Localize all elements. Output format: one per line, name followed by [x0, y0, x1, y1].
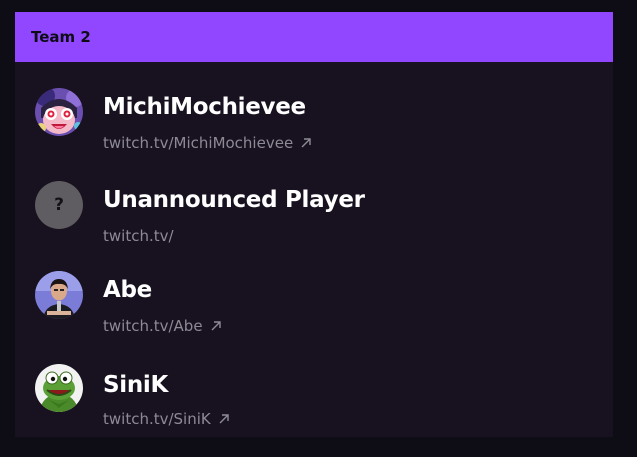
player-row: SiniK twitch.tv/SiniK — [15, 352, 613, 428]
team-header: Team 2 — [15, 12, 613, 62]
external-link-icon — [218, 413, 230, 425]
player-channel-link: twitch.tv/ — [103, 227, 174, 245]
team-panel: Team 2 MichiMochievee twitch.tv/MichiMoc… — [15, 12, 613, 437]
player-row: MichiMochievee twitch.tv/MichiMochievee — [15, 74, 613, 152]
question-mark-icon: ? — [35, 181, 83, 229]
person-photo-avatar-icon[interactable] — [35, 271, 83, 319]
frog-puppet-avatar-icon[interactable] — [35, 364, 83, 412]
player-name: Abe — [103, 277, 152, 303]
unknown-avatar-text: ? — [54, 195, 64, 215]
player-name: MichiMochievee — [103, 94, 306, 120]
player-link-text: twitch.tv/MichiMochievee — [103, 134, 294, 152]
player-name: SiniK — [103, 372, 169, 398]
team-title: Team 2 — [31, 28, 91, 46]
player-link-text: twitch.tv/Abe — [103, 317, 203, 335]
player-link-text: twitch.tv/ — [103, 227, 174, 245]
player-name: Unannounced Player — [103, 187, 365, 213]
player-channel-link[interactable]: twitch.tv/SiniK — [103, 410, 230, 428]
external-link-icon — [300, 137, 312, 149]
player-channel-link[interactable]: twitch.tv/MichiMochievee — [103, 134, 312, 152]
external-link-icon — [210, 320, 222, 332]
player-channel-link[interactable]: twitch.tv/Abe — [103, 317, 222, 335]
player-link-text: twitch.tv/SiniK — [103, 410, 211, 428]
player-row: Abe twitch.tv/Abe — [15, 257, 613, 335]
anime-character-avatar-icon[interactable] — [35, 88, 83, 136]
player-row: ? Unannounced Player twitch.tv/ — [15, 167, 613, 245]
